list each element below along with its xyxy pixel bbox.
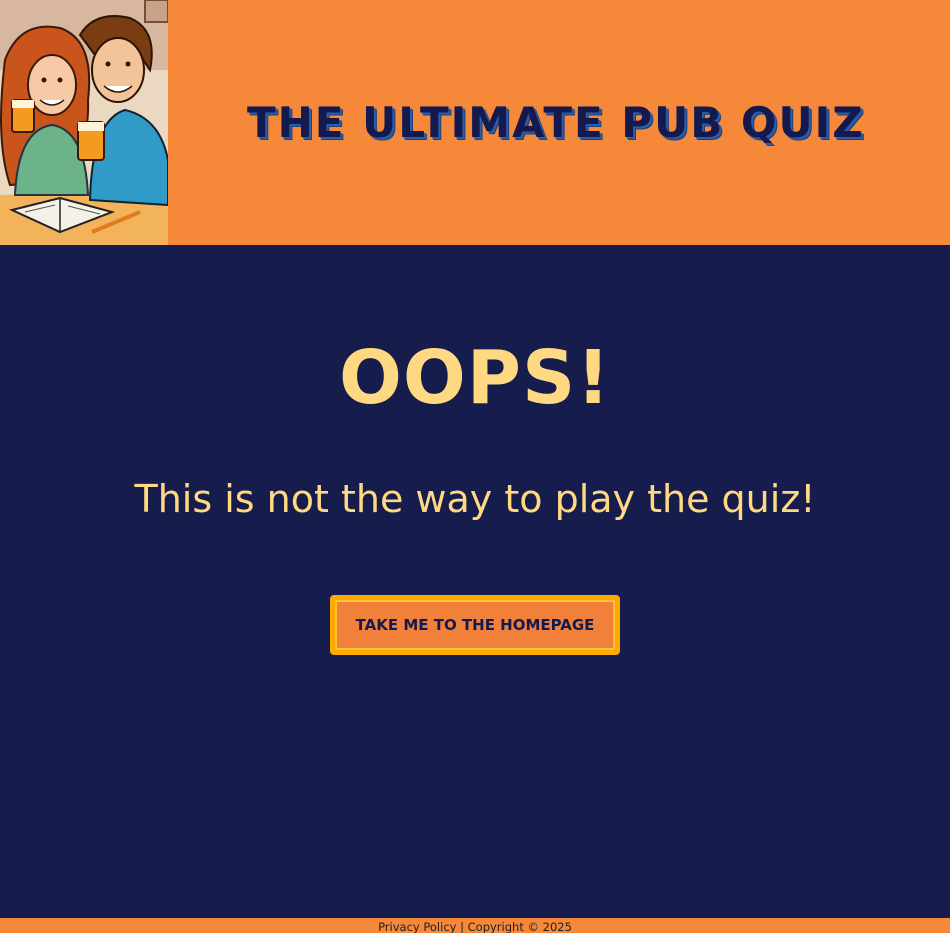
- homepage-button-label: TAKE ME TO THE HOMEPAGE: [355, 616, 595, 634]
- copyright-text: Copyright © 2025: [467, 920, 572, 933]
- couple-drinking-icon: [0, 0, 168, 245]
- homepage-button[interactable]: TAKE ME TO THE HOMEPAGE: [330, 595, 620, 655]
- error-heading: OOPS!: [338, 335, 612, 421]
- site-title: THE ULTIMATE PUB QUIZ: [247, 98, 865, 147]
- logo-illustration: [0, 0, 168, 245]
- privacy-policy-link[interactable]: Privacy Policy: [378, 920, 456, 933]
- footer-separator: |: [460, 920, 464, 933]
- error-content: OOPS! This is not the way to play the qu…: [0, 245, 950, 918]
- site-footer: Privacy Policy | Copyright © 2025: [0, 918, 950, 933]
- error-message: This is not the way to play the quiz!: [134, 477, 816, 521]
- site-header: THE ULTIMATE PUB QUIZ: [0, 0, 950, 245]
